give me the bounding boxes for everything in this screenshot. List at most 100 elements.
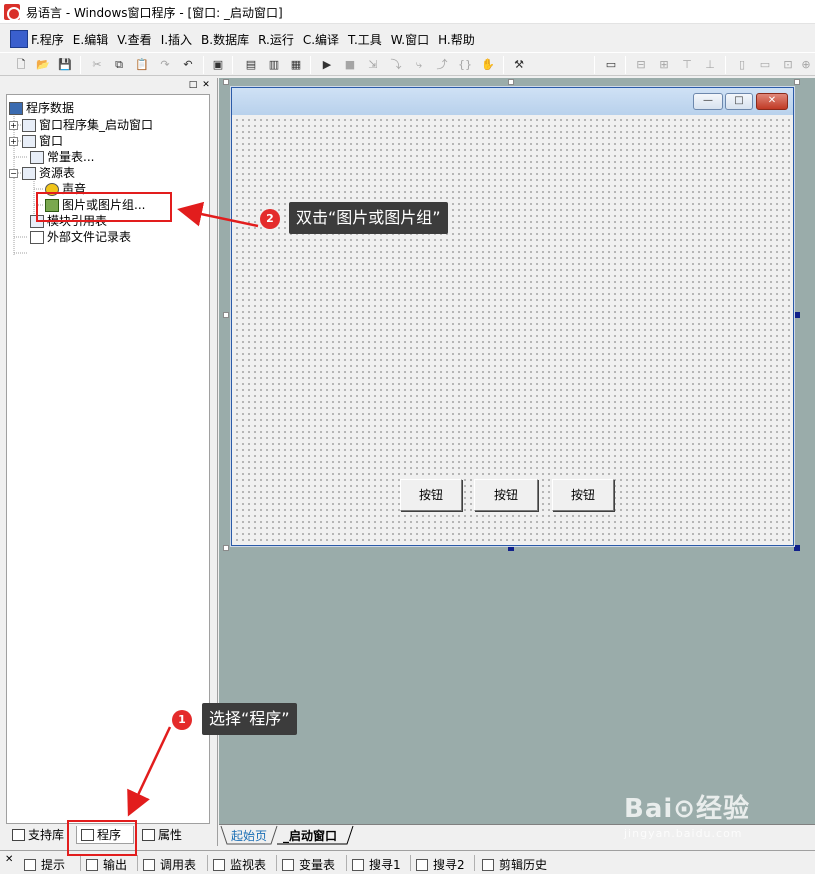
- resize-handle[interactable]: [508, 79, 514, 85]
- resize-handle[interactable]: [223, 79, 229, 85]
- form-button-3[interactable]: 按钮: [552, 479, 614, 511]
- tree-item-window[interactable]: + 窗口: [9, 133, 63, 149]
- close-icon[interactable]: ✕: [5, 854, 13, 865]
- resize-handle[interactable]: [794, 545, 800, 551]
- align-top-icon[interactable]: ⊤: [679, 57, 695, 73]
- layout2-icon[interactable]: ▥: [266, 57, 282, 73]
- property-icon: [142, 829, 155, 841]
- collapse-icon[interactable]: −: [9, 168, 18, 178]
- run-to-cursor-icon[interactable]: {}: [457, 57, 473, 73]
- library-icon: [12, 829, 25, 841]
- tab-call-stack[interactable]: 调用表: [143, 856, 196, 873]
- menu-view[interactable]: V.查看: [117, 31, 151, 48]
- tab-hint[interactable]: 提示: [24, 856, 65, 873]
- step-over-icon[interactable]: ⤷: [411, 57, 427, 73]
- tab-search1[interactable]: 搜寻1: [352, 856, 401, 873]
- menu-logo-icon[interactable]: [10, 30, 28, 48]
- tab-watch[interactable]: 监视表: [213, 856, 266, 873]
- panel-close-icon[interactable]: ✕: [201, 80, 211, 90]
- highlight-image-item: [36, 192, 172, 222]
- highlight-program-tab: [67, 820, 137, 856]
- expand-icon[interactable]: +: [9, 120, 18, 130]
- step-out-icon[interactable]: ⤴: [434, 57, 450, 73]
- project-icon: [9, 101, 23, 115]
- align-left-icon[interactable]: ⊟: [633, 57, 649, 73]
- menu-run[interactable]: R.运行: [258, 31, 294, 48]
- output-icon: [86, 858, 98, 871]
- minimize-icon[interactable]: —: [693, 93, 723, 110]
- save-icon[interactable]: 💾: [57, 57, 73, 73]
- same-width-icon[interactable]: ▯: [734, 57, 750, 73]
- assembly-icon: [22, 118, 36, 132]
- menu-program[interactable]: F.程序: [31, 31, 64, 48]
- find-icon[interactable]: ▣: [210, 57, 226, 73]
- tree-item-constants[interactable]: 常量表...: [30, 149, 94, 165]
- resize-handle[interactable]: [794, 79, 800, 85]
- hint-icon: [24, 858, 36, 871]
- tree-root[interactable]: 程序数据: [9, 100, 74, 116]
- menu-help[interactable]: H.帮助: [438, 31, 475, 48]
- expand-icon[interactable]: +: [9, 136, 18, 146]
- resize-handle[interactable]: [223, 545, 229, 551]
- cut-icon[interactable]: ✂: [89, 57, 105, 73]
- menu-bar: F.程序 E.编辑 V.查看 I.插入 B.数据库 R.运行 C.编译 T.工具…: [0, 28, 815, 50]
- menu-edit[interactable]: E.编辑: [73, 31, 108, 48]
- title-bar: 易语言 - Windows窗口程序 - [窗口: _启动窗口]: [0, 0, 815, 24]
- menu-insert[interactable]: I.插入: [161, 31, 192, 48]
- same-height-icon[interactable]: ▭: [757, 57, 773, 73]
- form-canvas[interactable]: 按钮 按钮 按钮: [232, 115, 793, 545]
- doc-tab-outline: [220, 825, 354, 845]
- panel-restore-icon[interactable]: □: [188, 80, 198, 90]
- same-size-icon[interactable]: ⊡: [780, 57, 796, 73]
- form-button-1[interactable]: 按钮: [400, 479, 462, 511]
- new-file-icon[interactable]: 🗋: [13, 57, 29, 73]
- menu-window[interactable]: W.窗口: [391, 31, 429, 48]
- menu-tools[interactable]: T.工具: [348, 31, 382, 48]
- tab-property[interactable]: 属性: [138, 826, 182, 844]
- startup-window-form[interactable]: — □ ✕ 按钮 按钮 按钮: [231, 87, 794, 546]
- redo-icon[interactable]: ↷: [157, 57, 173, 73]
- close-icon[interactable]: ✕: [756, 93, 788, 110]
- baidu-watermark: Bai⊙经验 jingyan.baidu.com: [624, 788, 804, 858]
- align-bottom-icon[interactable]: ⊥: [702, 57, 718, 73]
- variables-icon: [282, 858, 294, 871]
- search-icon: [352, 858, 364, 871]
- run-icon[interactable]: ▶: [319, 57, 335, 73]
- step-into-icon[interactable]: ⤵: [388, 57, 404, 73]
- magnifier-icon: [213, 858, 225, 871]
- paste-icon[interactable]: 📋: [134, 57, 150, 73]
- resources-icon: [22, 166, 36, 180]
- tab-clip-history[interactable]: 剪辑历史: [482, 856, 547, 873]
- open-folder-icon[interactable]: 📂: [35, 57, 51, 73]
- align-center-icon[interactable]: ⊞: [656, 57, 672, 73]
- menu-compile[interactable]: C.编译: [303, 31, 339, 48]
- form-icon[interactable]: ▭: [603, 57, 619, 73]
- tab-search2[interactable]: 搜寻2: [416, 856, 465, 873]
- call-stack-icon: [143, 858, 155, 871]
- undo-icon[interactable]: ↶: [180, 57, 196, 73]
- form-button-2[interactable]: 按钮: [474, 479, 538, 511]
- center-icon[interactable]: ⊕: [798, 57, 814, 73]
- copy-icon[interactable]: ⧉: [111, 57, 127, 73]
- form-designer: — □ ✕ 按钮 按钮 按钮: [219, 78, 815, 824]
- layout3-icon[interactable]: ▦: [288, 57, 304, 73]
- watermark-url: jingyan.baidu.com: [624, 827, 743, 840]
- stop-icon[interactable]: ■: [342, 57, 358, 73]
- maximize-icon[interactable]: □: [725, 93, 753, 110]
- menu-database[interactable]: B.数据库: [201, 31, 249, 48]
- tab-support-library[interactable]: 支持库: [8, 826, 64, 844]
- tab-variables[interactable]: 变量表: [282, 856, 335, 873]
- layout1-icon[interactable]: ▤: [243, 57, 259, 73]
- window-icon: [22, 134, 36, 148]
- tree-item-resources[interactable]: − 资源表: [9, 165, 75, 181]
- file-record-icon: [30, 230, 44, 244]
- tree-item-external-files[interactable]: 外部文件记录表: [30, 229, 131, 245]
- resize-handle[interactable]: [223, 312, 229, 318]
- app-icon: [4, 4, 21, 21]
- resize-handle[interactable]: [794, 312, 800, 318]
- tree-item-assembly[interactable]: + 窗口程序集_启动窗口: [9, 117, 153, 133]
- step-icon[interactable]: ⇲: [365, 57, 381, 73]
- hand-icon[interactable]: ✋: [480, 57, 496, 73]
- tool-icon[interactable]: ⚒: [511, 57, 527, 73]
- tab-output[interactable]: 输出: [86, 856, 127, 873]
